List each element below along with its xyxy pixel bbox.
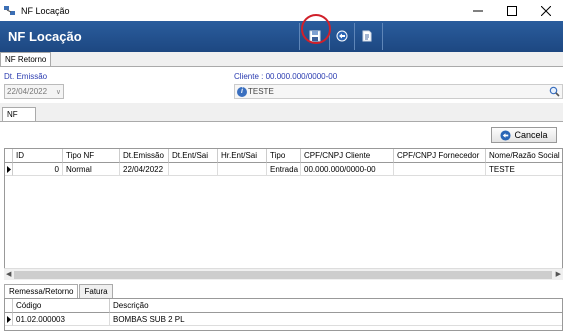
- table-cell[interactable]: 00.000.000/0000-00: [301, 163, 394, 176]
- nf-grid[interactable]: ID Tipo NF Dt.Emissão Dt.Ent/Sai Hr.Ent/…: [4, 148, 563, 280]
- tab-fatura[interactable]: Fatura: [79, 284, 113, 298]
- current-row-arrow-icon: [7, 166, 11, 173]
- report-button[interactable]: [357, 26, 377, 46]
- emission-date-field[interactable]: 22/04/2022 ∨: [4, 84, 64, 99]
- table-cell[interactable]: [394, 163, 486, 176]
- client-label: Cliente : 00.000.000/0000-00: [234, 72, 338, 81]
- page-title: NF Locação: [8, 29, 82, 44]
- table-cell[interactable]: Normal: [63, 163, 120, 176]
- toolbar-divider: [382, 23, 383, 50]
- column-header-tipo-nf[interactable]: Tipo NF: [63, 149, 120, 163]
- maximize-button[interactable]: [495, 0, 529, 21]
- tab-nf[interactable]: NF: [2, 107, 36, 122]
- highlight-circle: [301, 14, 331, 44]
- maximize-icon: [507, 5, 517, 16]
- minimize-button[interactable]: [461, 0, 495, 21]
- close-button[interactable]: [529, 0, 563, 21]
- column-header-id[interactable]: ID: [13, 149, 63, 163]
- column-header-tipo[interactable]: Tipo: [267, 149, 301, 163]
- cancel-button[interactable]: Cancela: [491, 127, 557, 143]
- column-header-cpf-cnpj-fornecedor[interactable]: CPF/CNPJ Fornecedor: [394, 149, 486, 163]
- tab-remessa-retorno[interactable]: Remessa/Retorno: [4, 284, 79, 298]
- minimize-icon: [473, 10, 483, 11]
- row-indicator: [5, 163, 13, 176]
- window-title: NF Locação: [21, 5, 70, 16]
- row-indicator: [5, 313, 13, 326]
- undo-icon: [500, 129, 512, 141]
- table-cell[interactable]: [169, 163, 218, 176]
- table-cell[interactable]: BOMBAS SUB 2 PL: [110, 313, 562, 326]
- toolbar-divider: [299, 23, 300, 50]
- undo-button[interactable]: [332, 26, 352, 46]
- app-header: NF Locação: [0, 21, 563, 52]
- title-bar: NF Locação: [0, 0, 563, 21]
- scrollbar-thumb[interactable]: [14, 271, 552, 279]
- date-label: Dt. Emissão: [4, 72, 48, 81]
- table-cell[interactable]: 22/04/2022: [120, 163, 169, 176]
- column-header-descricao[interactable]: Descrição: [110, 299, 562, 313]
- table-cell[interactable]: 01.02.000003: [13, 313, 110, 326]
- column-header-dt-emissao[interactable]: Dt.Emissão: [120, 149, 169, 163]
- undo-icon: [336, 30, 348, 42]
- bottom-tabs: Remessa/Retorno Fatura: [4, 284, 114, 298]
- tab-nf-retorno[interactable]: NF Retorno: [0, 52, 52, 67]
- grid-header-indicator: [5, 299, 13, 313]
- client-field[interactable]: i TESTE: [234, 84, 563, 99]
- column-header-nome-razao-social[interactable]: Nome/Razão Social: [486, 149, 562, 163]
- toolbar-divider: [354, 23, 355, 50]
- table-cell[interactable]: Entrada: [267, 163, 301, 176]
- items-grid[interactable]: Código Descrição 01.02.000003 BOMBAS SUB…: [4, 298, 563, 331]
- scroll-right-icon[interactable]: ▶: [556, 270, 561, 278]
- column-header-hr-ent-sai[interactable]: Hr.Ent/Sai: [218, 149, 267, 163]
- table-cell[interactable]: TESTE: [486, 163, 562, 176]
- client-value: TESTE: [248, 87, 274, 96]
- column-header-cpf-cnpj-cliente[interactable]: CPF/CNPJ Cliente: [301, 149, 394, 163]
- search-icon[interactable]: [549, 86, 560, 99]
- column-header-dt-ent-sai[interactable]: Dt.Ent/Sai: [169, 149, 218, 163]
- info-icon: i: [237, 87, 247, 97]
- table-cell[interactable]: [218, 163, 267, 176]
- emission-date-value: 22/04/2022: [7, 87, 48, 96]
- chevron-down-icon[interactable]: ∨: [56, 88, 61, 96]
- horizontal-scrollbar[interactable]: ◀ ▶: [4, 268, 563, 280]
- current-row-arrow-icon: [7, 316, 11, 323]
- app-icon: [4, 5, 16, 16]
- close-icon: [541, 5, 551, 16]
- document-icon: [362, 30, 372, 42]
- grid-header-indicator: [5, 149, 13, 163]
- table-cell[interactable]: 0: [13, 163, 63, 176]
- cancel-button-label: Cancela: [514, 130, 548, 140]
- scroll-left-icon[interactable]: ◀: [6, 270, 11, 278]
- column-header-codigo[interactable]: Código: [13, 299, 110, 313]
